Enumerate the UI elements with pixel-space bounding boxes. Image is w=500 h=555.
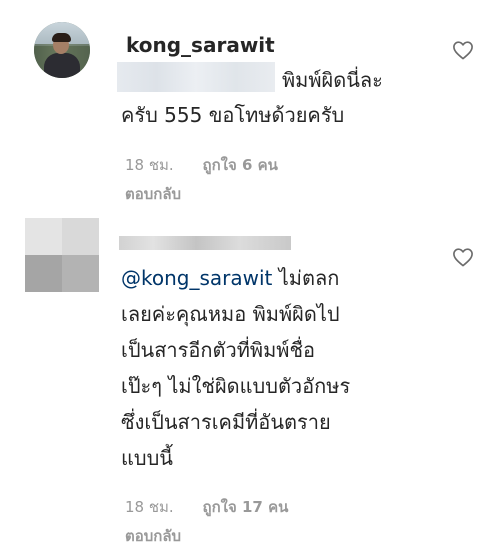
comment-likes[interactable]: ถูกใจ 6 คน [202,156,277,174]
comment-text-line: เลยค่ะคุณหมอ พิมพ์ผิดไป [121,302,340,326]
mention-link[interactable]: @kong_sarawit [121,266,272,290]
heart-outline-icon[interactable] [452,247,474,267]
comment-username[interactable]: kong_sarawit [126,33,275,57]
comment-text-line: แบบนี้ [121,446,173,470]
comment-text-line: ซึ่งเป็นสารเคมีที่อันตราย [121,410,331,434]
comment-text: ครับ 555 ขอโทษด้วยครับ [121,103,345,127]
comment-item: @kong_sarawit ไม่ตลก เลยค่ะคุณหมอ พิมพ์ผ… [0,215,500,555]
comment-item: kong_sarawit พิมพ์ผิดนี่ละ ครับ 555 ขอโท… [0,0,500,215]
comment-likes[interactable]: ถูกใจ 17 คน [202,498,288,516]
avatar[interactable] [34,22,90,78]
comment-meta: 18 ชม. ถูกใจ 17 คน [125,495,288,519]
avatar[interactable] [25,218,99,292]
blurred-mention [117,62,275,92]
comment-meta: 18 ชม. ถูกใจ 6 คน [125,153,278,177]
comment-text-line: เป็นสารอีกตัวที่พิมพ์ชื่อ [121,338,316,362]
reply-button[interactable]: ตอบกลับ [125,182,181,206]
comment-time: 18 ชม. [125,498,174,516]
heart-outline-icon[interactable] [452,40,474,60]
comment-text: พิมพ์ผิดนี่ละ [282,68,383,92]
blurred-username [119,236,291,250]
comment-text-line: เป๊ะๆ ไม่ใช่ผิดแบบตัวอักษร [121,374,351,398]
reply-button[interactable]: ตอบกลับ [125,524,181,548]
comment-text-line: @kong_sarawit ไม่ตลก [121,266,340,290]
comment-time: 18 ชม. [125,156,174,174]
